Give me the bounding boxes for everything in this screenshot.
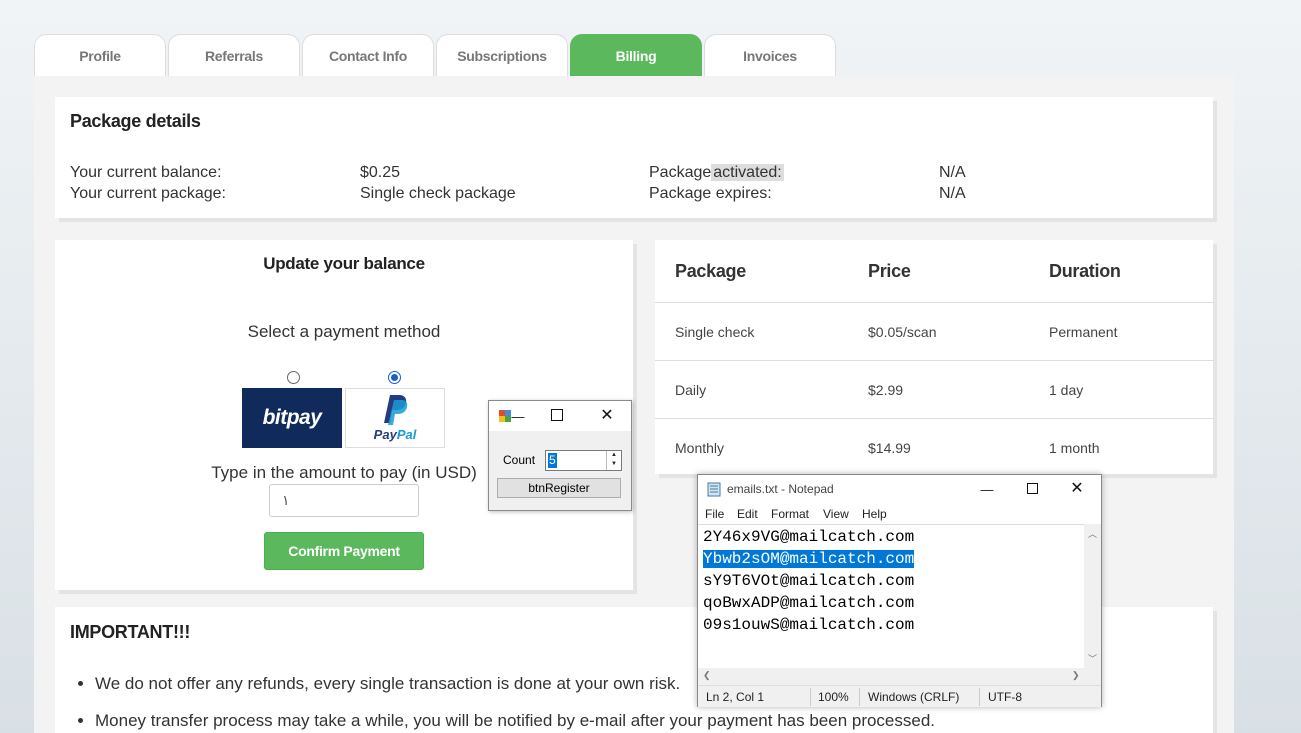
- menu-format[interactable]: Format: [771, 507, 809, 521]
- paypal-logo[interactable]: PayPal: [345, 388, 445, 448]
- tab-referrals[interactable]: Referrals: [168, 34, 300, 76]
- text-line-selected: Ybwb2sOM@mailcatch.com: [703, 548, 915, 570]
- notepad-window: emails.txt - Notepad — ✕ File Edit Forma…: [697, 474, 1102, 707]
- vertical-scrollbar[interactable]: ︿ ﹀: [1084, 524, 1101, 668]
- text-line: 2Y46x9VG@mailcatch.com: [703, 528, 915, 546]
- tab-subscriptions[interactable]: Subscriptions: [436, 34, 568, 76]
- resize-grip[interactable]: [1084, 668, 1101, 685]
- paypal-radio[interactable]: [388, 371, 401, 384]
- tab-invoices[interactable]: Invoices: [704, 34, 836, 76]
- header-price: Price: [868, 260, 911, 281]
- header-package: Package: [675, 260, 746, 281]
- paypal-p-icon: [384, 395, 408, 425]
- package-expires-value: N/A: [939, 185, 966, 202]
- cell-price: $0.05/scan: [868, 323, 937, 340]
- confirm-payment-button[interactable]: Confirm Payment: [264, 532, 424, 570]
- package-activated-label: Package activated:: [649, 163, 784, 183]
- table-row: Monthly $14.99 1 month: [655, 419, 1213, 477]
- paypal-wordmark: PayPal: [373, 427, 417, 442]
- cell-price: $14.99: [868, 440, 911, 456]
- cell-package: Monthly: [675, 440, 725, 456]
- package-activated-value: N/A: [939, 164, 966, 181]
- status-line-ending: Windows (CRLF): [868, 690, 960, 704]
- tab-profile[interactable]: Profile: [34, 34, 166, 76]
- notepad-title-bar[interactable]: emails.txt - Notepad — ✕: [698, 475, 1101, 504]
- pricing-table: Package Price Duration Single check $0.0…: [655, 240, 1213, 474]
- status-divider: [979, 688, 980, 706]
- bitpay-logo[interactable]: bitpay: [242, 388, 342, 448]
- horizontal-scrollbar[interactable]: ❮ ❯: [698, 668, 1084, 685]
- package-value: Single check package: [360, 185, 516, 202]
- cell-package: Single check: [675, 323, 755, 340]
- count-stepper[interactable]: 5 ▲ ▼: [545, 450, 622, 471]
- spin-buttons[interactable]: ▲ ▼: [606, 451, 621, 470]
- package-details-title: Package details: [70, 111, 201, 131]
- scroll-left-icon[interactable]: ❮: [703, 670, 711, 681]
- scroll-right-icon[interactable]: ❯: [1072, 670, 1080, 681]
- text-line: 09s1ouwS@mailcatch.com: [703, 616, 915, 634]
- register-button[interactable]: btnRegister: [497, 478, 621, 498]
- status-encoding: UTF-8: [988, 690, 1022, 704]
- header-duration: Duration: [1049, 260, 1121, 281]
- count-dialog: — ✕ Count 5 ▲ ▼ btnRegister: [488, 400, 632, 511]
- spin-down-icon[interactable]: ▼: [607, 460, 621, 469]
- status-position: Ln 2, Col 1: [706, 690, 765, 704]
- menu-view[interactable]: View: [823, 507, 849, 521]
- notepad-menu-bar: File Edit Format View Help: [698, 504, 1101, 524]
- tab-billing[interactable]: Billing: [570, 34, 702, 76]
- notepad-icon: [707, 482, 721, 497]
- notepad-text-area[interactable]: 2Y46x9VG@mailcatch.com Ybwb2sOM@mailcatc…: [698, 524, 1101, 668]
- cell-package: Daily: [675, 381, 707, 398]
- spin-up-icon[interactable]: ▲: [607, 451, 621, 460]
- list-item: Money transfer process may take a while,…: [95, 710, 935, 733]
- table-row: Single check $0.05/scan Permanent: [655, 303, 1213, 361]
- table-row: Daily $2.99 1 day: [655, 361, 1213, 419]
- text-line: qoBwxADP@mailcatch.com: [703, 594, 915, 612]
- notepad-title: emails.txt - Notepad: [727, 482, 834, 496]
- payment-method-label: Select a payment method: [247, 322, 441, 341]
- status-divider: [810, 688, 811, 706]
- cell-duration: Permanent: [1049, 323, 1118, 340]
- package-activated-label-a: Package: [649, 164, 712, 181]
- menu-help[interactable]: Help: [862, 507, 887, 521]
- cell-duration: 1 day: [1049, 381, 1084, 398]
- dialog-title-bar[interactable]: — ✕: [489, 401, 631, 431]
- highlighted-text: activated:: [711, 164, 784, 181]
- minimize-icon[interactable]: —: [979, 480, 995, 498]
- package-expires-label: Package expires:: [649, 185, 772, 202]
- status-divider: [859, 688, 860, 706]
- amount-input[interactable]: ١: [269, 484, 419, 517]
- cell-price: $2.99: [868, 381, 904, 398]
- status-zoom: 100%: [818, 690, 849, 704]
- table-header-row: Package Price Duration: [655, 240, 1213, 303]
- text-line: sY9T6VOt@mailcatch.com: [703, 572, 915, 590]
- minimize-icon[interactable]: —: [511, 407, 525, 425]
- maximize-icon[interactable]: [551, 409, 563, 421]
- menu-file[interactable]: File: [705, 507, 724, 521]
- balance-value: $0.25: [360, 164, 401, 181]
- scroll-down-icon[interactable]: ﹀: [1088, 652, 1097, 665]
- maximize-icon[interactable]: [1027, 483, 1038, 494]
- balance-label: Your current balance:: [70, 164, 222, 181]
- close-icon[interactable]: ✕: [599, 406, 615, 424]
- app-icon: [499, 410, 511, 422]
- important-title: IMPORTANT!!!: [70, 622, 191, 642]
- package-label: Your current package:: [70, 185, 226, 202]
- notepad-status-bar: Ln 2, Col 1 100% Windows (CRLF) UTF-8: [698, 685, 1101, 707]
- cell-duration: 1 month: [1049, 440, 1100, 456]
- count-value[interactable]: 5: [548, 453, 557, 468]
- tab-contact-info[interactable]: Contact Info: [302, 34, 434, 76]
- scroll-up-icon[interactable]: ︿: [1088, 527, 1097, 540]
- update-balance-title: Update your balance: [263, 254, 425, 273]
- count-label: Count: [503, 453, 536, 467]
- selected-text: Ybwb2sOM@mailcatch.com: [703, 550, 915, 568]
- bitpay-radio[interactable]: [287, 371, 300, 384]
- package-details-card: Package details Your current balance: $0…: [55, 97, 1213, 218]
- menu-edit[interactable]: Edit: [737, 507, 758, 521]
- close-icon[interactable]: ✕: [1069, 479, 1085, 497]
